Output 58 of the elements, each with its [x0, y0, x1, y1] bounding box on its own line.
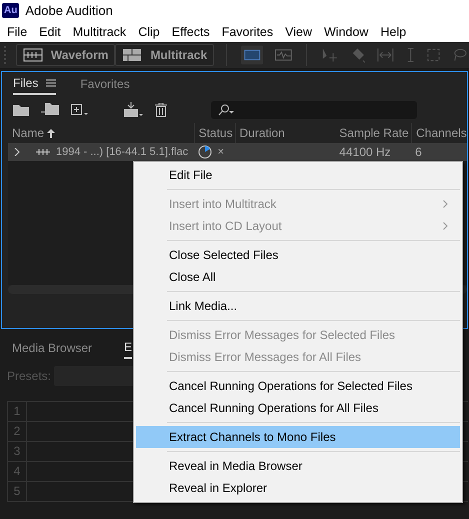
row-number: 1 — [8, 402, 27, 421]
menu-item[interactable]: View — [280, 24, 317, 38]
menu-item[interactable]: Reveal in Explorer — [136, 477, 460, 499]
sort-arrow-icon[interactable] — [47, 128, 56, 138]
time-selection-icon[interactable] — [406, 47, 416, 63]
waveform-icon[interactable] — [36, 148, 50, 156]
move-tool-icon[interactable] — [321, 47, 338, 63]
menu-item[interactable]: Extract Channels to Mono Files — [136, 426, 460, 448]
menu-item[interactable]: Edit — [34, 24, 66, 38]
insert-icon[interactable] — [123, 102, 143, 118]
menu-item[interactable]: Multitrack — [68, 24, 132, 38]
menu-item[interactable]: Effects — [166, 24, 215, 38]
tracks-icon — [122, 48, 142, 62]
table-cell: 6 — [415, 145, 422, 159]
cancel-mark[interactable]: × — [218, 146, 224, 158]
row-number: 5 — [8, 482, 27, 501]
menu-item[interactable]: Favorites — [216, 24, 278, 38]
presets-label: Presets: — [7, 369, 52, 383]
panel-tab[interactable]: Files — [13, 73, 56, 95]
menu-item[interactable]: Help — [375, 24, 412, 38]
menu-item[interactable]: Clip — [133, 24, 165, 38]
menu-item[interactable]: Window — [319, 24, 374, 38]
row-number: 3 — [8, 442, 27, 461]
folder-icon[interactable] — [13, 104, 29, 116]
row-number: 2 — [8, 422, 27, 441]
row-number: 4 — [8, 462, 27, 481]
import-folder-icon[interactable] — [41, 102, 59, 116]
window-title: Adobe Audition — [25, 3, 113, 18]
waveform-view-icon[interactable] — [275, 49, 292, 61]
waveform-button[interactable]: Waveform — [16, 44, 116, 66]
menu-item[interactable]: Link Media... — [136, 295, 460, 317]
search-icon[interactable] — [217, 104, 235, 116]
waveform-icon — [22, 48, 43, 62]
menu-item[interactable]: Cancel Running Operations for All Files — [136, 397, 460, 419]
marquee-icon[interactable] — [427, 48, 440, 62]
file-name: 1994 - ...) [16-44.1 5.1].flac — [56, 146, 188, 158]
menu-item[interactable]: Close All — [136, 266, 460, 288]
menu-item[interactable]: Edit File — [136, 164, 460, 186]
file-row[interactable]: 1994 - ...) [16-44.1 5.1].flac × 44100 Hz 6 — [8, 143, 467, 161]
search-field[interactable] — [211, 100, 417, 118]
panel-tab[interactable]: Media Browser — [12, 338, 92, 358]
trash-icon[interactable] — [155, 102, 167, 116]
menu-item[interactable]: Cancel Running Operations for Selected Files — [136, 375, 460, 397]
menu-item[interactable]: File — [2, 24, 32, 38]
panel-tab[interactable]: Favorites — [80, 74, 130, 94]
column-header[interactable]: Sample Rate — [335, 123, 412, 143]
multitrack-button[interactable]: Multitrack — [115, 44, 214, 66]
app-logo: Au — [2, 3, 20, 18]
menu-icon[interactable] — [46, 79, 56, 87]
lasso-icon[interactable] — [452, 48, 468, 62]
new-file-icon[interactable] — [71, 104, 89, 116]
table-cell: 44100 Hz — [339, 145, 391, 159]
menu-item[interactable]: Reveal in Media Browser — [136, 455, 460, 477]
spectral-view-icon[interactable] — [241, 45, 264, 65]
menu-item[interactable]: Close Selected Files — [136, 244, 460, 266]
slip-tool-icon[interactable] — [376, 48, 394, 62]
progress-icon[interactable] — [198, 145, 212, 159]
column-header[interactable]: Name — [8, 123, 194, 143]
